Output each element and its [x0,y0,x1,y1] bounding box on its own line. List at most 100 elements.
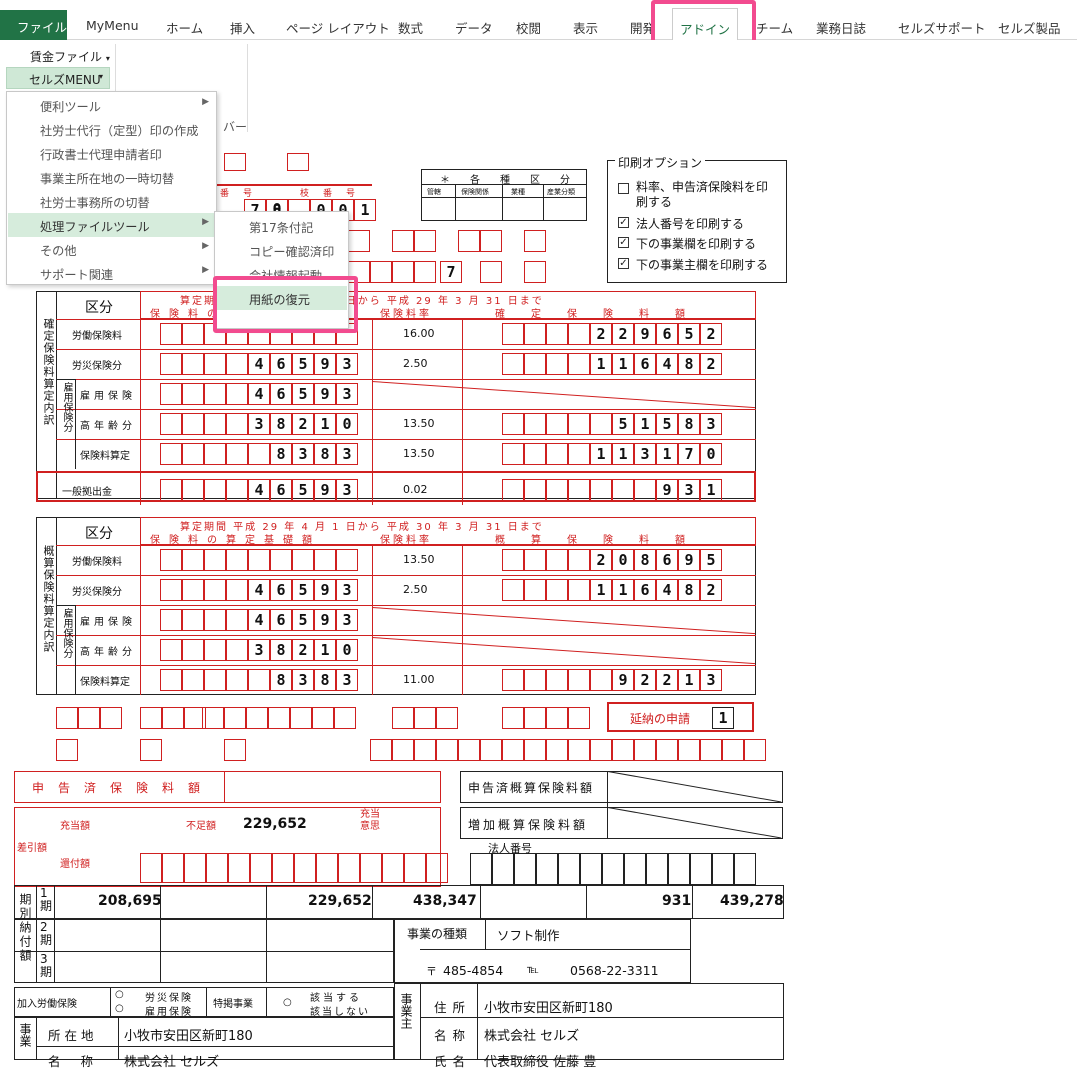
form-box[interactable] [392,230,414,252]
form-box[interactable] [502,707,524,729]
base-digit[interactable]: 2 [292,413,314,435]
base-digit[interactable] [160,669,182,691]
base-digit[interactable] [204,353,226,375]
amount-digit[interactable] [502,579,524,601]
amount-digit[interactable]: 6 [656,323,678,345]
hojin-digit[interactable] [514,853,536,885]
amount-digit[interactable]: 1 [700,479,722,501]
base-digit[interactable] [226,639,248,661]
amount-digit[interactable]: 2 [612,323,634,345]
rate-value[interactable]: 13.50 [403,447,435,460]
base-digit[interactable] [204,669,226,691]
base-digit[interactable] [160,413,182,435]
hojin-digit[interactable] [580,853,602,885]
amount-digit[interactable] [546,323,568,345]
form-box[interactable] [546,739,568,761]
base-digit[interactable] [182,479,204,501]
base-digit[interactable]: 4 [248,609,270,631]
amount-digit[interactable] [590,479,612,501]
base-digit[interactable] [182,443,204,465]
amount-digit[interactable]: 1 [656,443,678,465]
amount-digit[interactable]: 4 [656,579,678,601]
base-digit[interactable]: 5 [292,383,314,405]
kibetsu-v2[interactable]: 229,652 [308,893,372,909]
base-digit[interactable]: 4 [248,579,270,601]
amount-digit[interactable]: 2 [700,323,722,345]
tab-file[interactable]: ファイル [0,10,67,40]
amount-digit[interactable]: 4 [656,353,678,375]
hojin-digit[interactable] [602,853,624,885]
form-box[interactable] [414,739,436,761]
amount-digit[interactable] [568,669,590,691]
base-digit[interactable]: 8 [270,413,292,435]
base-digit[interactable] [270,549,292,571]
amount-digit[interactable] [590,413,612,435]
shimei-value[interactable]: 代表取締役 佐藤 豊 [484,1051,596,1070]
base-digit[interactable]: 0 [336,639,358,661]
amount-digit[interactable] [502,479,524,501]
hojin-digit[interactable] [558,853,580,885]
kibetsu-v3[interactable]: 438,347 [413,893,477,909]
form-box[interactable] [290,707,312,729]
tab-insert[interactable]: 挿入 [230,18,255,37]
kibetsu-v5[interactable]: 439,278 [720,893,784,909]
base-digit[interactable]: 5 [292,579,314,601]
hojin-digit[interactable] [470,853,492,885]
amount-digit[interactable]: 5 [678,323,700,345]
form-box[interactable] [414,261,436,283]
form-box[interactable] [312,707,334,729]
base-digit[interactable] [226,479,248,501]
form-box[interactable] [656,739,678,761]
rate-value[interactable]: 13.50 [403,417,435,430]
amount-digit[interactable] [590,669,612,691]
amount-digit[interactable]: 5 [700,549,722,571]
base-digit[interactable] [182,323,204,345]
amount-digit[interactable] [502,669,524,691]
amount-digit[interactable] [502,549,524,571]
base-digit[interactable] [204,413,226,435]
base-digit[interactable]: 6 [270,479,292,501]
base-digit[interactable] [204,479,226,501]
amount-digit[interactable]: 1 [590,353,612,375]
meisho-value[interactable]: 株式会社 セルズ [484,1025,579,1044]
base-digit[interactable]: 8 [270,669,292,691]
base-digit[interactable]: 3 [336,479,358,501]
amount-digit[interactable] [568,353,590,375]
amount-digit[interactable]: 3 [700,413,722,435]
amount-digit[interactable]: 1 [612,353,634,375]
menu-item-benri[interactable]: 便利ツール ▶ [8,93,215,117]
amount-digit[interactable]: 8 [678,353,700,375]
ennou-value[interactable]: 1 [712,707,734,729]
form-box[interactable] [524,261,546,283]
rate-value[interactable]: 2.50 [403,583,428,596]
base-digit[interactable]: 8 [314,669,336,691]
base-digit[interactable]: 6 [270,353,292,375]
base-digit[interactable] [160,443,182,465]
form-box[interactable] [224,739,246,761]
amount-digit[interactable]: 5 [656,413,678,435]
amount-digit[interactable]: 6 [634,353,656,375]
form-box[interactable] [100,707,122,729]
amount-digit[interactable]: 8 [678,579,700,601]
hojin-digit[interactable] [646,853,668,885]
form-box[interactable] [140,739,162,761]
form-box[interactable] [700,739,722,761]
form-box[interactable] [678,739,700,761]
amount-digit[interactable] [502,353,524,375]
base-digit[interactable] [248,549,270,571]
form-box[interactable] [224,153,246,171]
base-digit[interactable]: 0 [336,413,358,435]
tab-home[interactable]: ホーム [166,18,203,37]
cells-menu-button[interactable]: セルズMENU ▾ [6,67,110,89]
edaban-digit[interactable]: 1 [354,199,376,221]
base-digit[interactable] [204,579,226,601]
base-digit[interactable]: 3 [292,443,314,465]
base-digit[interactable] [160,479,182,501]
form-box[interactable] [458,230,480,252]
amount-digit[interactable]: 8 [634,549,656,571]
form-box[interactable] [480,230,502,252]
amount-digit[interactable]: 3 [634,443,656,465]
amount-digit[interactable]: 2 [634,669,656,691]
form-box[interactable] [524,230,546,252]
amount-digit[interactable]: 5 [612,413,634,435]
